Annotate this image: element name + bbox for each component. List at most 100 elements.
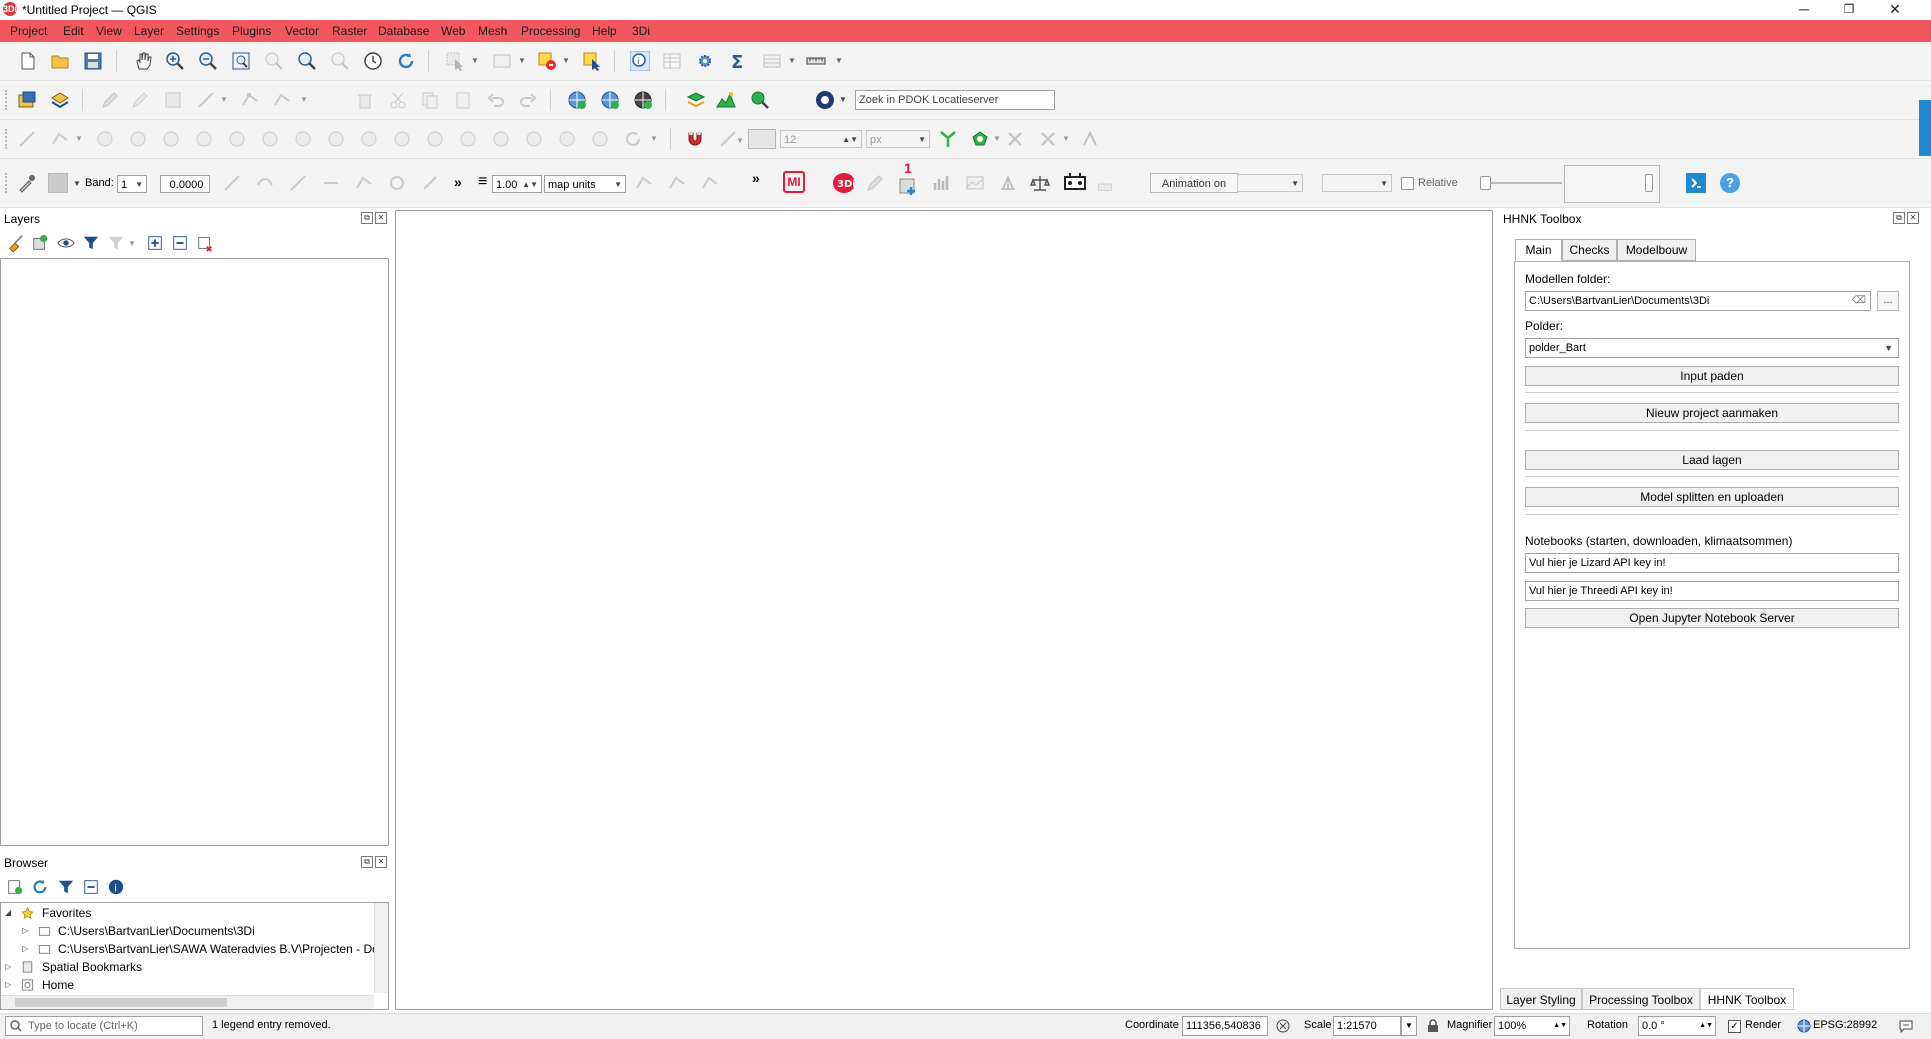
3di-results-icon[interactable] (1063, 172, 1087, 194)
input-paden-button[interactable]: Input paden (1525, 366, 1899, 386)
spin-arrows[interactable]: ▲▼ (522, 176, 538, 192)
map-canvas[interactable] (395, 210, 1493, 1010)
menu-view[interactable]: View (96, 24, 122, 38)
browser-vertical-scrollbar[interactable] (374, 903, 388, 993)
float-panel-icon[interactable]: ⧉ (361, 212, 373, 224)
remove-layer-icon[interactable] (196, 234, 214, 252)
advanced-edit-icon-6[interactable] (260, 129, 280, 149)
advanced-edit-icon-5[interactable] (227, 129, 247, 149)
menu-layer[interactable]: Layer (134, 24, 164, 38)
open-field-calculator-icon[interactable] (762, 51, 782, 71)
timestamp-handle[interactable] (1645, 174, 1653, 192)
3di-sideview-icon[interactable] (998, 173, 1018, 193)
expand-arrow[interactable]: ▷ (5, 958, 15, 976)
line-width-input[interactable]: 1.00 ▲▼ (492, 175, 542, 193)
toolbar-overflow-button[interactable]: » (454, 174, 462, 190)
tree-item-folder-sawa[interactable]: ▷ C:\Users\BartvanLier\SAWA Wateradvies … (1, 940, 385, 958)
undo-icon[interactable] (486, 90, 506, 110)
advanced-edit-icon-3[interactable] (161, 129, 181, 149)
filter-browser-icon[interactable] (57, 878, 75, 896)
messages-icon[interactable] (1898, 1019, 1914, 1033)
add-group-icon[interactable] (31, 234, 49, 252)
advanced-edit-icon-11[interactable] (425, 129, 445, 149)
snap-unit-select[interactable]: px ▼ (866, 130, 930, 148)
advanced-edit-icon-8[interactable] (326, 129, 346, 149)
filter-expression-icon[interactable] (107, 234, 125, 252)
tree-item-favorites[interactable]: ◢ Favorites (1, 904, 376, 922)
select-by-value-icon[interactable] (492, 51, 512, 71)
style-brush-icon[interactable] (6, 234, 24, 252)
search-layer-icon[interactable] (750, 90, 770, 110)
dropdown-arrow[interactable]: ▼ (135, 176, 143, 192)
zoom-native-icon[interactable] (330, 51, 350, 71)
raster-tool-icon-2[interactable] (255, 173, 275, 193)
snap-tolerance-input[interactable]: 12 ▲▼ (780, 130, 862, 148)
add-wms-layer-icon[interactable] (567, 90, 587, 110)
reshape-icon[interactable] (634, 173, 654, 193)
menu-mesh[interactable]: Mesh (478, 24, 507, 38)
zoom-selection-icon[interactable] (264, 51, 284, 71)
snapping-magnet-icon[interactable] (685, 129, 705, 149)
band-offset-input[interactable]: 0.0000 (160, 175, 210, 193)
expand-arrow[interactable]: ▷ (22, 940, 32, 958)
dropdown-arrow[interactable]: ▼ (993, 134, 1001, 143)
help-icon[interactable]: ? (1720, 173, 1740, 193)
add-selected-layer-icon[interactable] (6, 878, 24, 896)
snap-intersection-icon[interactable] (970, 129, 990, 149)
advanced-edit-icon-13[interactable] (491, 129, 511, 149)
menu-raster[interactable]: Raster (332, 24, 367, 38)
filter-legend-icon[interactable] (82, 234, 100, 252)
scale-dropdown-button[interactable]: ▼ (1401, 1016, 1417, 1036)
data-source-manager-icon[interactable] (17, 90, 37, 110)
3di-graph-icon[interactable] (932, 173, 952, 193)
offset-icon[interactable] (700, 173, 720, 193)
coordinate-input[interactable]: 111356,540836 (1182, 1016, 1268, 1036)
open-jupyter-button[interactable]: Open Jupyter Notebook Server (1525, 608, 1899, 628)
3di-pen-icon[interactable] (865, 173, 885, 193)
raster-tool-icon-4[interactable] (321, 173, 341, 193)
expand-arrow[interactable]: ▷ (5, 976, 15, 994)
raster-tool-icon-5[interactable] (354, 173, 374, 193)
topological-editing-icon[interactable] (938, 129, 958, 149)
vertex-edit-icon[interactable] (272, 90, 292, 110)
polder-select[interactable]: polder_Bart ▼ (1525, 338, 1899, 358)
layers-tree[interactable] (0, 258, 389, 846)
expand-all-icon[interactable] (146, 234, 164, 252)
scrollbar-thumb[interactable] (15, 998, 227, 1007)
close-button[interactable]: ✕ (1872, 0, 1918, 18)
statistics-sigma-icon[interactable]: Σ (728, 51, 748, 71)
avoid-overlap-icon[interactable] (1080, 129, 1100, 149)
collapse-browser-icon[interactable] (82, 878, 100, 896)
chevron-down-icon[interactable]: ▼ (1884, 339, 1893, 357)
nieuw-project-button[interactable]: Nieuw project aanmaken (1525, 403, 1899, 423)
raster-tool-icon-1[interactable] (222, 173, 242, 193)
visibility-eye-icon[interactable] (57, 234, 75, 252)
3di-login-icon[interactable] (1686, 173, 1706, 193)
temporal-clock-icon[interactable] (363, 51, 383, 71)
raster-tool-icon-6[interactable] (387, 173, 407, 193)
digitize-icon[interactable] (17, 129, 37, 149)
advanced-edit-icon-12[interactable] (458, 129, 478, 149)
advanced-edit-icon-16[interactable] (590, 129, 610, 149)
advanced-edit-icon-9[interactable] (359, 129, 379, 149)
cut-features-icon[interactable] (388, 90, 408, 110)
animation-toggle-button[interactable]: Animation on (1150, 173, 1238, 193)
relative-checkbox[interactable] (1401, 177, 1414, 190)
rotation-input[interactable]: 0.0 ° ▲▼ (1638, 1016, 1716, 1036)
tree-item-spatial-bookmarks[interactable]: ▷ Spatial Bookmarks (1, 958, 376, 976)
advanced-edit-icon-4[interactable] (194, 129, 214, 149)
dropdown-arrow[interactable]: ▼ (75, 134, 83, 143)
dropdown-arrow[interactable]: ▼ (128, 239, 136, 248)
modellen-folder-input[interactable]: C:\Users\BartvanLier\Documents\3Di ⌫ (1525, 291, 1871, 311)
dropdown-arrow[interactable]: ▼ (1062, 134, 1070, 143)
menu-project[interactable]: Project (10, 24, 47, 38)
tree-item-home[interactable]: ▷ Home (1, 976, 376, 994)
raster-tool-icon-3[interactable] (288, 173, 308, 193)
identify-features-icon[interactable]: i (630, 51, 650, 71)
dropdown-arrow[interactable]: ▼ (1380, 175, 1388, 191)
toolbar-grip[interactable] (5, 173, 10, 193)
select-location-icon[interactable] (582, 51, 602, 71)
clear-icon[interactable]: ⌫ (1852, 292, 1866, 310)
laad-lagen-button[interactable]: Laad lagen (1525, 450, 1899, 470)
scale-select[interactable]: 1:21570 (1333, 1016, 1401, 1036)
